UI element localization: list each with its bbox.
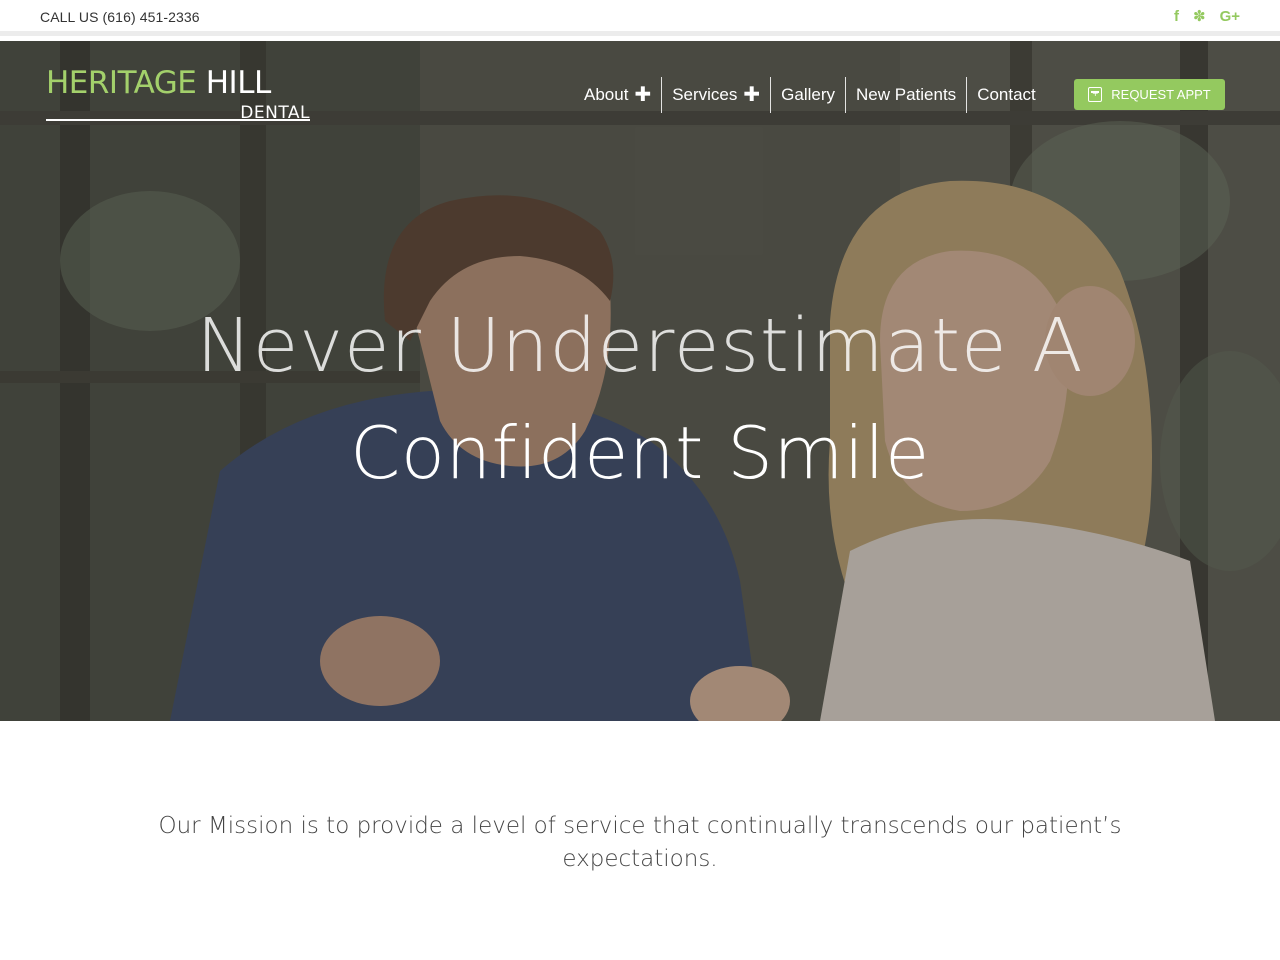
- yelp-icon[interactable]: ✽: [1193, 7, 1206, 27]
- nav-item-label: About: [584, 85, 629, 104]
- nav-item-label: Gallery: [781, 85, 836, 104]
- plus-icon[interactable]: ✚: [743, 85, 760, 105]
- nav-item-about[interactable]: About ✚: [574, 77, 663, 113]
- logo-rule: [46, 119, 310, 121]
- hero-headline-line1: Never Underestimate A: [196, 303, 1084, 389]
- nav-item-new-patients[interactable]: New Patients: [846, 77, 968, 113]
- calendar-plus-icon: [1088, 87, 1103, 102]
- request-appointment-button[interactable]: REQUEST APPT: [1074, 79, 1225, 110]
- main-nav: About ✚ Services ✚ Gallery New Patients …: [574, 77, 1046, 113]
- logo-word-heritage: HERITAGE: [46, 65, 197, 101]
- top-bar: CALL US (616) 451-2336 f ✽ G+: [0, 0, 1280, 36]
- social-links: f ✽ G+: [1174, 7, 1240, 27]
- nav-item-label: New Patients: [856, 85, 957, 104]
- plus-icon[interactable]: ✚: [634, 85, 651, 105]
- phone-number[interactable]: CALL US (616) 451-2336: [40, 9, 200, 25]
- google-plus-icon[interactable]: G+: [1220, 7, 1240, 27]
- facebook-icon[interactable]: f: [1174, 7, 1179, 27]
- hero-headline-line2: Confident Smile: [350, 411, 930, 495]
- nav-item-label: Services: [672, 85, 738, 104]
- nav-item-contact[interactable]: Contact: [967, 77, 1046, 113]
- logo[interactable]: HERITAGE HILL DENTAL: [46, 65, 310, 125]
- logo-wordmark: HERITAGE HILL: [46, 65, 271, 101]
- logo-word-hill: HILL: [205, 65, 272, 101]
- mission-statement: Our Mission is to provide a level of ser…: [158, 813, 1122, 872]
- nav-item-services[interactable]: Services ✚: [662, 77, 772, 113]
- request-appointment-label: REQUEST APPT: [1111, 87, 1211, 102]
- nav-item-gallery[interactable]: Gallery: [771, 77, 847, 113]
- hero-banner: HERITAGE HILL DENTAL About ✚ Services ✚ …: [0, 41, 1280, 721]
- nav-item-label: Contact: [977, 85, 1036, 104]
